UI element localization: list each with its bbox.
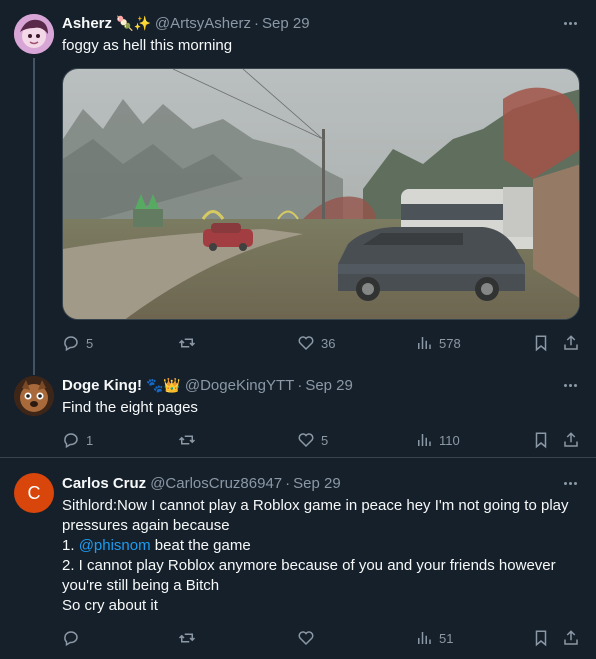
thread-line-top [33, 360, 35, 375]
text-line: pressures again because [62, 517, 230, 534]
bookmark-icon [535, 432, 547, 449]
views-count: 110 [439, 432, 460, 448]
more-icon[interactable] [560, 13, 580, 33]
like-count: 5 [321, 432, 329, 448]
name-emoji: 🐾👑 [146, 376, 181, 393]
text-line-mention: 1. @phisnom beat the game [62, 537, 251, 554]
handle[interactable]: @CarlosCruz86947 [150, 475, 282, 492]
display-name[interactable]: Carlos Cruz [62, 475, 146, 492]
like-button[interactable]: 5 [297, 430, 328, 450]
text-line: 2. I cannot play Roblox anymore because … [62, 557, 556, 574]
tweet-text: Find the eight pages [62, 399, 198, 416]
reply-button[interactable]: 5 [62, 333, 93, 353]
more-icon[interactable] [560, 375, 580, 395]
text-line: So cry about it [62, 597, 158, 614]
avatar[interactable]: C [14, 473, 54, 513]
display-name[interactable]: Asherz [62, 15, 112, 32]
share-button[interactable] [562, 430, 580, 450]
bookmark-button[interactable] [532, 333, 550, 353]
timestamp[interactable]: Sep 29 [305, 377, 353, 394]
views-icon [418, 337, 431, 349]
mention-link[interactable]: @phisnom [79, 537, 151, 554]
retweet-button[interactable] [178, 333, 202, 353]
tweet-actions: 5 36 578 [62, 333, 582, 353]
tweet-photo[interactable] [62, 68, 580, 320]
timestamp[interactable]: Sep 29 [262, 15, 310, 32]
retweet-icon [178, 338, 196, 348]
tweet-header: Doge King! 🐾👑 @DogeKingYTT · Sep 29 [62, 375, 353, 395]
tweet-dogeking[interactable]: Doge King! 🐾👑 @DogeKingYTT · Sep 29 Find… [0, 360, 596, 457]
thread-line [33, 58, 35, 370]
share-icon [564, 335, 578, 350]
display-name[interactable]: Doge King! [62, 377, 142, 394]
avatar-dogeking [14, 376, 54, 416]
tweet-header: Asherz 🍡✨ @ArtsyAsherz · Sep 29 [62, 13, 310, 33]
tweet-text: Sithlord:Now I cannot play a Roblox game… [62, 496, 582, 616]
foggy-photo [63, 69, 579, 319]
avatar[interactable] [14, 14, 54, 54]
tweet-actions: 51 [62, 628, 582, 648]
avatar[interactable] [14, 376, 54, 416]
bookmark-icon [535, 335, 547, 352]
tweet-text: foggy as hell this morning [62, 37, 233, 54]
reply-count: 1 [86, 432, 94, 448]
share-button[interactable] [562, 628, 580, 648]
reply-icon [64, 631, 78, 647]
more-icon[interactable] [560, 473, 580, 493]
tweet-header: Carlos Cruz @CarlosCruz86947 · Sep 29 [62, 473, 341, 493]
share-button[interactable] [562, 333, 580, 353]
avatar-asherz [14, 14, 54, 54]
bookmark-button[interactable] [532, 628, 550, 648]
tweet-actions: 1 5 110 [62, 430, 582, 450]
views-icon [418, 434, 431, 446]
text-line: you're still being a Bitch [62, 577, 220, 594]
like-icon [298, 336, 314, 351]
share-icon [564, 432, 578, 447]
tweet-asherz[interactable]: Asherz 🍡✨ @ArtsyAsherz · Sep 29 foggy as… [0, 0, 596, 370]
separator-dot: · [254, 14, 259, 32]
like-icon [298, 631, 314, 646]
bookmark-button[interactable] [532, 430, 550, 450]
views-button[interactable]: 51 [415, 628, 453, 648]
retweet-button[interactable] [178, 628, 202, 648]
handle[interactable]: @DogeKingYTT [185, 377, 294, 394]
reply-button[interactable]: 1 [62, 430, 93, 450]
reply-icon [64, 433, 78, 449]
separator-dot: · [297, 376, 303, 394]
handle[interactable]: @ArtsyAsherz [155, 15, 251, 32]
retweet-button[interactable] [178, 430, 202, 450]
like-icon [298, 433, 314, 448]
avatar-letter: C [27, 482, 41, 503]
views-icon [418, 632, 431, 644]
bookmark-icon [535, 630, 547, 647]
like-count: 36 [321, 335, 336, 351]
like-button[interactable] [297, 628, 321, 648]
separator-dot: · [285, 474, 291, 492]
reply-icon [64, 336, 78, 352]
like-button[interactable]: 36 [297, 333, 335, 353]
retweet-icon [178, 633, 196, 643]
name-emoji: 🍡✨ [116, 14, 151, 31]
text-line: Sithlord:Now I cannot play a Roblox game… [62, 497, 569, 514]
views-button[interactable]: 578 [415, 333, 461, 353]
views-count: 51 [439, 630, 454, 646]
reply-count: 5 [86, 335, 94, 351]
timestamp[interactable]: Sep 29 [293, 475, 341, 492]
reply-button[interactable] [62, 628, 86, 648]
retweet-icon [178, 435, 196, 445]
views-count: 578 [439, 335, 461, 351]
views-button[interactable]: 110 [415, 430, 460, 450]
tweet-carloscruz[interactable]: C Carlos Cruz @CarlosCruz86947 · Sep 29 … [0, 458, 596, 659]
share-icon [564, 630, 578, 645]
